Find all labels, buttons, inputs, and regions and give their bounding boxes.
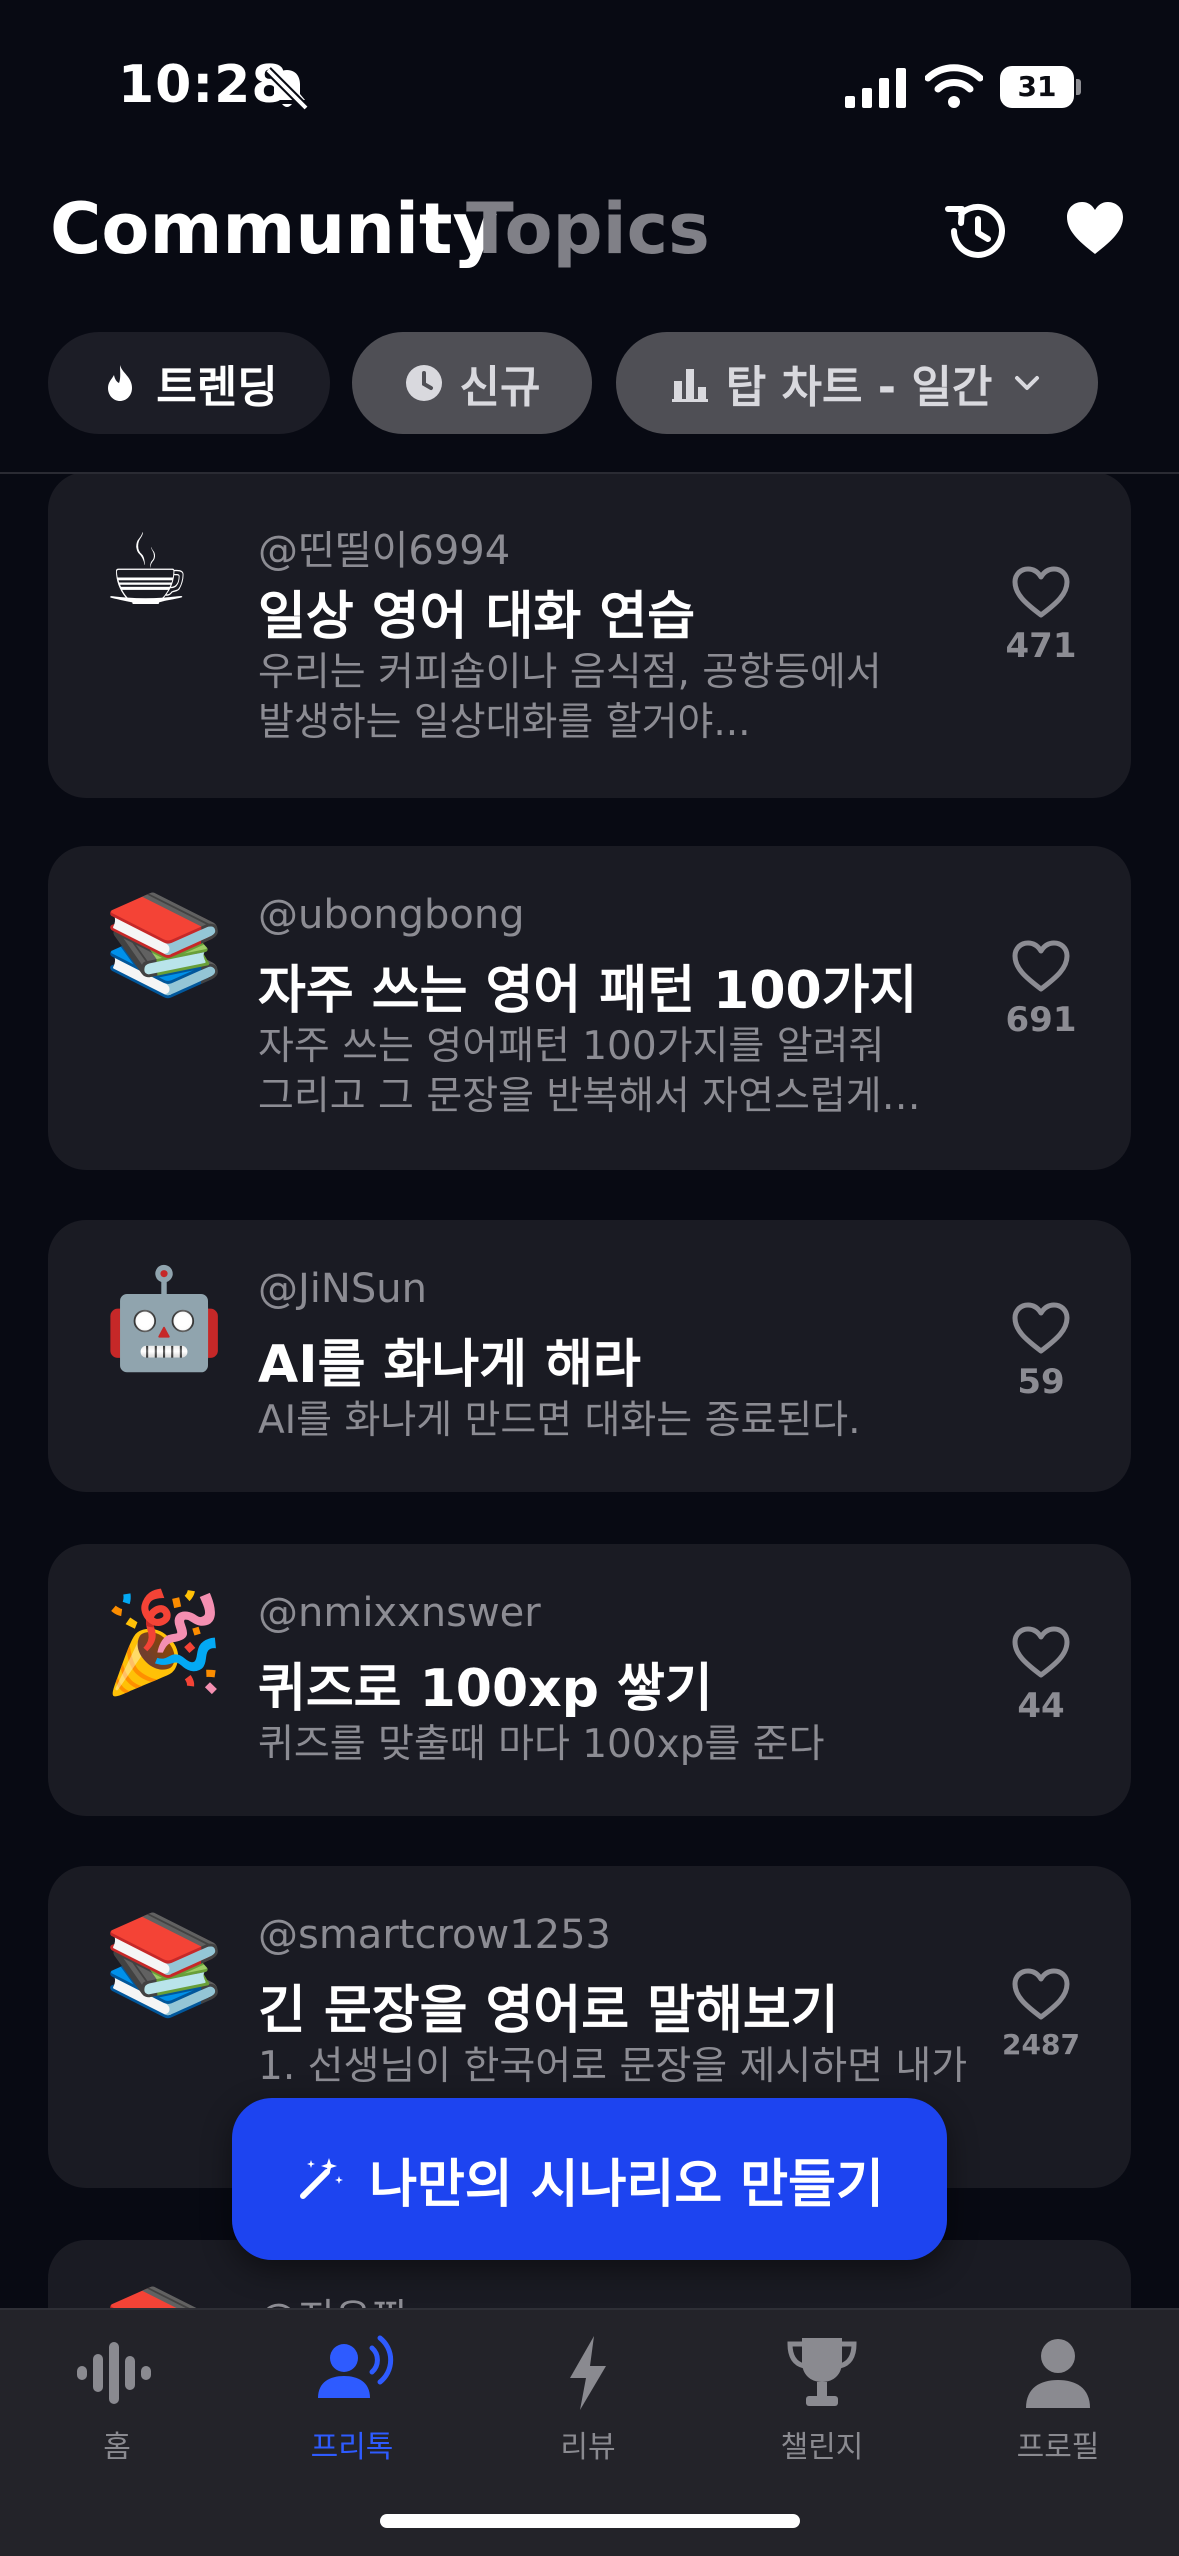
post-emoji-icon: 🤖 (103, 1262, 226, 1376)
magic-wand-icon (300, 2158, 344, 2199)
bolt-icon (570, 2336, 606, 2410)
post-card[interactable]: 📚 @ubongbong 자주 쓰는 영어 패턴 100가지 자주 쓰는 영어패… (48, 846, 1131, 1170)
tab-profile-label: 프로필 (1016, 2430, 1100, 2465)
tab-review[interactable]: 리뷰 (498, 2332, 678, 2466)
heart-outline-icon (1012, 1302, 1070, 1354)
bell-muted-icon (265, 67, 309, 111)
post-author: @nmixxnswer (258, 1590, 541, 1636)
cellular-signal-icon (845, 68, 906, 108)
battery-level: 31 (1017, 70, 1057, 103)
post-description: 1. 선생님이 한국어로 문장을 제시하면 내가 (258, 2042, 1018, 2092)
like-count: 2487 (1002, 2028, 1080, 2061)
post-emoji-icon: 📚 (103, 2290, 225, 2308)
like-button[interactable]: 59 (991, 1300, 1091, 1402)
post-list[interactable]: ☕ @띤띨이6994 일상 영어 대화 연습 우리는 커피숍이나 음식점, 공항… (0, 474, 1179, 2308)
like-count: 59 (1017, 1362, 1065, 1402)
post-title: 퀴즈로 100xp 쌓기 (258, 1659, 713, 1719)
post-description-line: 자주 쓰는 영어패턴 100가지를 알려줘 (258, 1024, 885, 1069)
filter-new-label: 신규 (459, 362, 541, 413)
tab-profile[interactable]: 프로필 (968, 2332, 1148, 2466)
post-description: AI를 화나게 만드면 대화는 종료된다. (258, 1396, 1018, 1446)
bar-chart-icon (671, 369, 708, 402)
post-description-line: 발생하는 일상대화를 할거야... (258, 700, 751, 745)
post-description-line: 그리고 그 문장을 반복해서 자연스럽게… (258, 1074, 921, 1119)
like-button[interactable]: 471 (991, 564, 1091, 666)
waveform-icon (77, 2342, 151, 2404)
tab-home-label: 홈 (103, 2430, 131, 2465)
wifi-icon (925, 64, 983, 108)
post-author: @JiNSun (258, 1266, 427, 1312)
post-description-line: AI를 화나게 만드면 대화는 종료된다. (258, 1398, 861, 1443)
post-title: AI를 화나게 해라 (258, 1335, 641, 1395)
tab-freetalk[interactable]: 프리톡 (262, 2332, 442, 2466)
post-description: 우리는 커피숍이나 음식점, 공항등에서 발생하는 일상대화를 할거야... (258, 648, 1018, 748)
post-author: @띤띨이6994 (258, 528, 511, 574)
post-author: @smartcrow1253 (258, 1912, 611, 1958)
tab-challenge-label: 챌린지 (780, 2430, 864, 2465)
post-description: 퀴즈를 맞출때 마다 100xp를 준다 (258, 1720, 1018, 1770)
tab-review-label: 리뷰 (560, 2430, 616, 2465)
filter-top-chart-label: 탑 차트 - 일간 (725, 362, 993, 413)
people-talk-icon (318, 2335, 394, 2398)
heart-outline-icon (1012, 566, 1070, 618)
like-button[interactable]: 2487 (991, 1966, 1091, 2061)
post-description-line: 퀴즈를 맞출때 마다 100xp를 준다 (258, 1722, 825, 1767)
post-title: 긴 문장을 영어로 말해보기 (258, 1981, 839, 2041)
like-count: 691 (1005, 1000, 1077, 1040)
like-count: 44 (1017, 1686, 1065, 1726)
app-screen: 10:28 31 Community Topics 트렌딩 신규 탑 차트 - … (0, 0, 1179, 2556)
tab-topics[interactable]: Topics (466, 188, 710, 270)
trophy-icon (787, 2338, 857, 2406)
post-author: @ubongbong (258, 892, 525, 938)
heart-icon[interactable] (1063, 198, 1127, 258)
create-scenario-label: 나만의 시나리오 만들기 (369, 2154, 884, 2215)
battery-icon: 31 (1000, 66, 1081, 108)
post-emoji-icon: 📚 (103, 1908, 226, 2022)
create-scenario-button[interactable]: 나만의 시나리오 만들기 (232, 2098, 947, 2260)
post-card[interactable]: 🎉 @nmixxnswer 퀴즈로 100xp 쌓기 퀴즈를 맞출때 마다 10… (48, 1544, 1131, 1816)
tab-challenge[interactable]: 챌린지 (732, 2332, 912, 2466)
tab-community[interactable]: Community (50, 188, 498, 270)
person-icon (1026, 2339, 1090, 2408)
flame-icon (108, 365, 133, 401)
home-indicator[interactable] (380, 2514, 800, 2528)
post-emoji-icon: 📚 (103, 888, 226, 1002)
post-card[interactable]: ☕ @띤띨이6994 일상 영어 대화 연습 우리는 커피숍이나 음식점, 공항… (48, 474, 1131, 798)
like-button[interactable]: 44 (991, 1624, 1091, 1726)
post-title: 일상 영어 대화 연습 (258, 587, 696, 647)
filter-trending[interactable]: 트렌딩 (48, 332, 330, 434)
status-bar: 10:28 31 (0, 0, 1179, 170)
chevron-down-icon (1015, 376, 1040, 390)
post-description-line: 우리는 커피숍이나 음식점, 공항등에서 (258, 650, 882, 695)
heart-outline-icon (1012, 940, 1070, 992)
post-description: 자주 쓰는 영어패턴 100가지를 알려줘 그리고 그 문장을 반복해서 자연스… (258, 1022, 1018, 1122)
filter-trending-label: 트렌딩 (156, 362, 278, 413)
like-button[interactable]: 691 (991, 938, 1091, 1040)
filter-top-chart[interactable]: 탑 차트 - 일간 (616, 332, 1098, 434)
tab-home[interactable]: 홈 (27, 2332, 207, 2466)
filter-new[interactable]: 신규 (352, 332, 592, 434)
like-count: 471 (1005, 626, 1077, 666)
post-emoji-icon: 🎉 (103, 1586, 226, 1700)
heart-outline-icon (1012, 1626, 1070, 1678)
history-icon[interactable] (940, 195, 1012, 267)
post-title: 자주 쓰는 영어 패턴 100가지 (258, 961, 918, 1021)
post-emoji-icon: ☕ (103, 514, 191, 628)
tab-freetalk-label: 프리톡 (310, 2430, 394, 2465)
heart-outline-icon (1012, 1968, 1070, 2020)
clock-icon (405, 365, 442, 401)
post-card[interactable]: 🤖 @JiNSun AI를 화나게 해라 AI를 화나게 만드면 대화는 종료된… (48, 1220, 1131, 1492)
post-description-line: 1. 선생님이 한국어로 문장을 제시하면 내가 (258, 2044, 968, 2089)
post-author: @지우짱 (258, 2286, 408, 2308)
